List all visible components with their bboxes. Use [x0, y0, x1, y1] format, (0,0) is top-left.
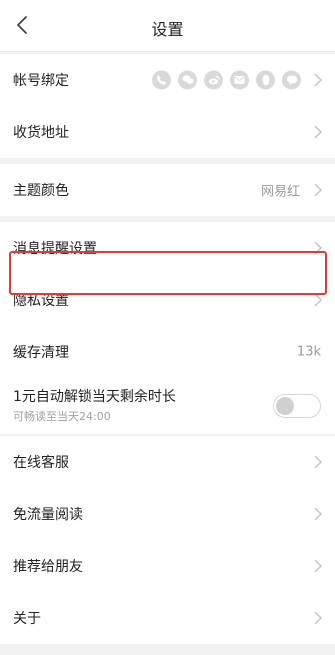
auto-unlock-row: 1元自动解锁当天剩余时长 可畅读至当天24:00 [0, 378, 335, 434]
preferences-group: 消息提醒设置 隐私设置 缓存清理 13k 1元自动解锁当天剩余时长 可畅读至当天… [0, 222, 335, 434]
privacy-settings-row[interactable]: 隐私设置 [0, 274, 335, 326]
account-group: 帐号绑定 收货地址 [0, 54, 335, 158]
recommend-friends-label: 推荐给朋友 [13, 559, 83, 575]
cache-size-value: 13k [296, 344, 321, 360]
cache-clear-label: 缓存清理 [13, 345, 69, 361]
account-binding-label: 帐号绑定 [13, 73, 69, 89]
header: 设置 [0, 0, 335, 52]
chevron-right-icon [314, 183, 322, 197]
about-row[interactable]: 关于 [0, 592, 335, 644]
toggle-knob [276, 397, 294, 415]
phone-icon [152, 70, 171, 90]
auto-unlock-label: 1元自动解锁当天剩余时长 [13, 389, 176, 405]
chevron-right-icon [314, 559, 322, 573]
auto-unlock-sublabel: 可畅读至当天24:00 [13, 410, 111, 423]
chevron-right-icon [314, 611, 322, 625]
chevron-right-icon [314, 241, 322, 255]
page-title: 设置 [151, 20, 184, 39]
free-data-reading-label: 免流量阅读 [13, 507, 83, 523]
theme-group: 主题颜色 网易红 [0, 164, 335, 216]
auto-unlock-toggle[interactable] [273, 394, 321, 418]
theme-color-value: 网易红 [260, 184, 300, 200]
shipping-address-label: 收货地址 [13, 125, 69, 141]
chevron-right-icon [314, 73, 322, 87]
notification-settings-row[interactable]: 消息提醒设置 [0, 222, 335, 274]
theme-color-row[interactable]: 主题颜色 网易红 [0, 164, 335, 216]
recommend-friends-row[interactable]: 推荐给朋友 [0, 540, 335, 592]
cache-clear-row[interactable]: 缓存清理 13k [0, 326, 335, 378]
online-support-label: 在线客服 [13, 455, 69, 471]
chevron-right-icon [314, 507, 322, 521]
about-label: 关于 [13, 611, 41, 627]
mail-icon [230, 70, 249, 90]
qq-icon [256, 70, 275, 90]
social-icons [152, 70, 301, 90]
more-group: 在线客服 免流量阅读 推荐给朋友 关于 [0, 436, 335, 644]
theme-color-label: 主题颜色 [13, 183, 69, 199]
chevron-right-icon [314, 293, 322, 307]
shipping-address-row[interactable]: 收货地址 [0, 106, 335, 158]
yixin-icon [282, 70, 301, 90]
privacy-settings-label: 隐私设置 [13, 293, 69, 309]
weibo-icon [204, 70, 223, 90]
wechat-icon [178, 70, 197, 90]
chevron-right-icon [314, 125, 322, 139]
account-binding-row[interactable]: 帐号绑定 [0, 54, 335, 106]
free-data-reading-row[interactable]: 免流量阅读 [0, 488, 335, 540]
notification-settings-label: 消息提醒设置 [13, 241, 97, 257]
chevron-right-icon [314, 455, 322, 469]
online-support-row[interactable]: 在线客服 [0, 436, 335, 488]
